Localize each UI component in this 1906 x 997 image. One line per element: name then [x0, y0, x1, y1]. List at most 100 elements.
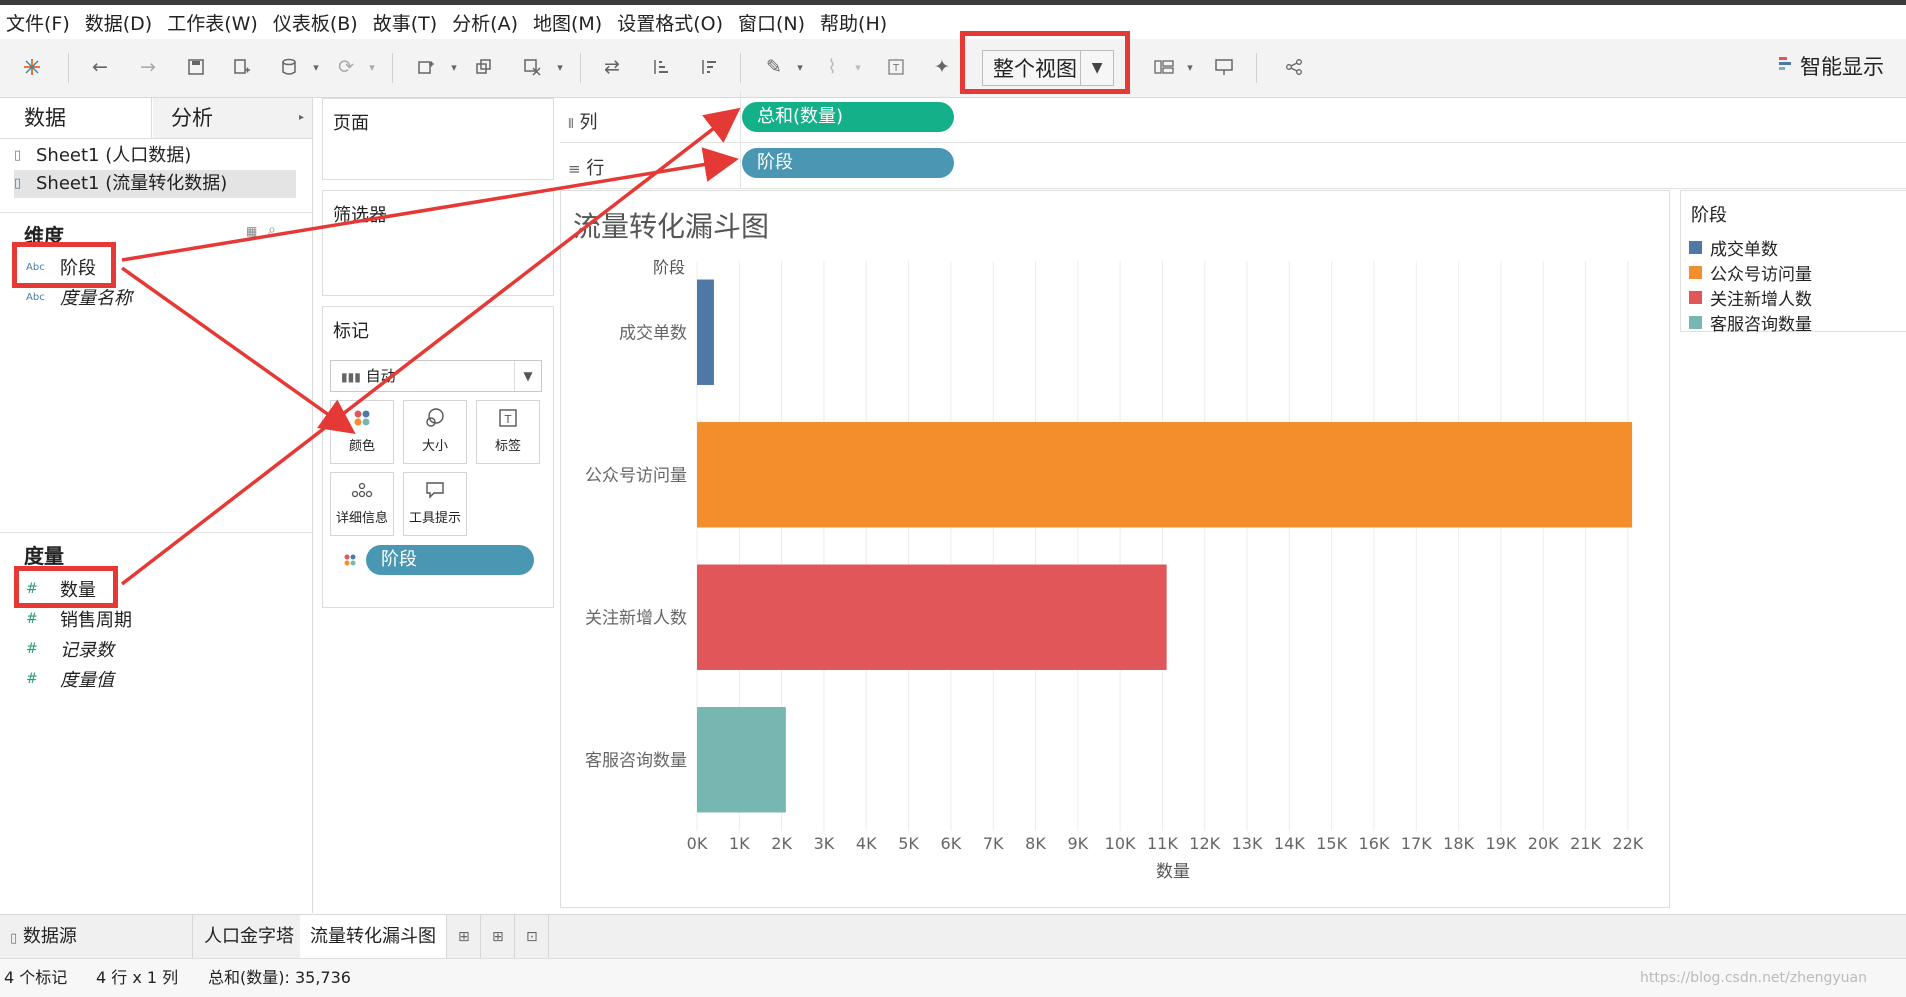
menu-help[interactable]: 帮助(H) [814, 9, 896, 36]
menu-worksheet[interactable]: 工作表(W) [161, 9, 267, 36]
color-legend[interactable]: 阶段 成交单数 公众号访问量 关注新增人数 客服咨询数量 [1680, 190, 1906, 335]
save-icon[interactable] [182, 53, 210, 81]
status-sum: 总和(数量): 35,736 [208, 968, 351, 987]
grid-view-icon[interactable]: ▦ [246, 224, 257, 238]
detail-dots-icon [331, 479, 393, 507]
tooltip-mark-button[interactable]: 工具提示 [403, 472, 467, 536]
rows-text: 行 [586, 158, 605, 179]
show-cards-icon[interactable] [1150, 53, 1178, 81]
legend-swatch [1689, 266, 1702, 279]
tab-label: 流量转化漏斗图 [310, 926, 436, 947]
menu-file[interactable]: 文件(F) [0, 9, 79, 36]
tab-funnel-chart-active[interactable]: 流量转化漏斗图 [300, 915, 447, 959]
bar-chart[interactable]: 流量转化漏斗图 阶段 成交单数公众号访问量关注新增人数客服咨询数量 0K 1K 2K… [561, 191, 1669, 907]
bar[interactable] [697, 707, 786, 813]
tab-datasource[interactable]: ▯ 数据源 [0, 915, 193, 959]
legend-item[interactable]: 公众号访问量 [1689, 260, 1812, 285]
dropdown-caret-icon[interactable]: ▾ [786, 53, 814, 81]
columns-shelf-label: ⦀ 列 [568, 108, 597, 134]
field-label: 度量名称 [60, 288, 132, 309]
dropdown-caret-icon[interactable]: ▾ [546, 53, 574, 81]
tableau-logo-icon[interactable] [18, 53, 46, 81]
mark-type-label: 自动 [365, 367, 396, 385]
field-measure-names[interactable]: Abc 度量名称 [26, 284, 132, 310]
back-arrow-icon[interactable]: ← [86, 53, 114, 81]
presentation-mode-icon[interactable] [1210, 53, 1238, 81]
filters-card[interactable]: 筛选器 [322, 190, 554, 296]
datasource-item[interactable]: ▯ Sheet1 (人口数据) [14, 142, 308, 170]
rows-pill[interactable]: 阶段 [742, 148, 954, 178]
legend-item[interactable]: 客服咨询数量 [1689, 310, 1812, 335]
dropdown-caret-icon[interactable]: ▾ [1176, 53, 1204, 81]
forward-arrow-icon[interactable]: → [134, 53, 162, 81]
swap-rows-columns-icon[interactable]: ⇄ [598, 53, 626, 81]
add-datasource-icon[interactable] [228, 53, 256, 81]
color-mark-button[interactable]: 颜色 [330, 400, 394, 464]
tab-analysis[interactable]: 分析 ▸ [153, 98, 312, 138]
database-icon: ▯ [14, 148, 22, 163]
marks-title: 标记 [333, 321, 369, 342]
sort-ascending-icon[interactable] [646, 53, 674, 81]
pane-menu-icon[interactable]: ▸ [299, 98, 304, 138]
pages-card[interactable]: 页面 [322, 98, 554, 180]
menu-format[interactable]: 设置格式(O) [611, 9, 732, 36]
label-mark-button[interactable]: T 标签 [476, 400, 540, 464]
toolbar-separator [740, 53, 741, 83]
menu-map[interactable]: 地图(M) [527, 9, 611, 36]
toolbar: ← → ▾ ⟳ ▾ ▾ ▾ ⇄ ✎ ▾ ⌇ ▾ T ✦ 整个视图 ▼ ▾ 智能显… [0, 31, 1906, 98]
dropdown-caret-icon[interactable]: ▾ [844, 53, 872, 81]
menu-window[interactable]: 窗口(N) [732, 9, 814, 36]
field-measure-values[interactable]: # 度量值 [26, 666, 114, 692]
legend-label: 关注新增人数 [1710, 290, 1812, 310]
field-record-count[interactable]: # 记录数 [26, 636, 114, 662]
search-icon[interactable]: ⌕ [268, 222, 276, 238]
dropdown-caret-icon[interactable]: ▾ [440, 53, 468, 81]
color-mark-label: 颜色 [348, 439, 375, 454]
highlight-pen-icon[interactable]: ✎ [760, 53, 788, 81]
menu-data[interactable]: 数据(D) [79, 9, 161, 36]
refresh-icon[interactable]: ⟳ [332, 53, 360, 81]
new-worksheet-tab-icon[interactable]: ⊞ [448, 915, 481, 959]
dropdown-caret-icon[interactable]: ▾ [358, 53, 386, 81]
status-marks: 4 个标记 [4, 968, 68, 987]
legend-label: 公众号访问量 [1710, 265, 1812, 285]
menu-story[interactable]: 故事(T) [367, 9, 446, 36]
tab-analysis-label: 分析 [171, 106, 213, 130]
show-labels-icon[interactable]: T [882, 53, 910, 81]
pause-updates-icon[interactable] [276, 53, 304, 81]
mark-type-dropdown[interactable]: ▮▮▮ 自动 ▼ [330, 360, 542, 392]
columns-pill[interactable]: 总和(数量) [742, 102, 954, 132]
tab-data-label: 数据 [24, 106, 66, 130]
bar[interactable] [697, 279, 714, 385]
new-worksheet-icon[interactable] [412, 53, 440, 81]
menu-dashboard[interactable]: 仪表板(B) [267, 9, 367, 36]
data-pane: 数据 分析 ▸ ▯ Sheet1 (人口数据) ▯ Sheet1 (流量转化数据)… [0, 98, 313, 913]
size-mark-button[interactable]: 大小 [403, 400, 467, 464]
chevron-down-icon[interactable]: ▼ [514, 361, 541, 391]
sort-descending-icon[interactable] [694, 53, 722, 81]
detail-mark-button[interactable]: 详细信息 [330, 472, 394, 536]
new-dashboard-tab-icon[interactable]: ⊞ [482, 915, 515, 959]
bar[interactable] [697, 422, 1633, 528]
x-tick-label: 0K [687, 834, 708, 853]
dropdown-caret-icon[interactable]: ▾ [302, 53, 330, 81]
tab-data[interactable]: 数据 [0, 98, 152, 138]
group-paperclip-icon[interactable]: ⌇ [818, 53, 846, 81]
field-sales-cycle[interactable]: # 销售周期 [26, 606, 132, 632]
color-field-pill[interactable]: 阶段 [366, 545, 534, 575]
pin-icon[interactable]: ✦ [928, 53, 956, 81]
legend-item[interactable]: 成交单数 [1689, 235, 1778, 260]
clear-sheet-icon[interactable] [518, 53, 546, 81]
x-tick-label: 15K [1316, 834, 1347, 853]
x-tick-label: 10K [1105, 834, 1136, 853]
duplicate-sheet-icon[interactable] [470, 53, 498, 81]
new-story-tab-icon[interactable]: ⊡ [516, 915, 549, 959]
tab-population-pyramid[interactable]: 人口金字塔 [194, 915, 305, 959]
datasource-item-selected[interactable]: ▯ Sheet1 (流量转化数据) [14, 170, 296, 198]
shelf-divider [740, 92, 741, 188]
bar[interactable] [697, 564, 1167, 670]
show-me-button[interactable]: 智能显示 [1778, 51, 1884, 81]
menu-analysis[interactable]: 分析(A) [446, 9, 527, 36]
share-icon[interactable] [1280, 53, 1308, 81]
legend-item[interactable]: 关注新增人数 [1689, 285, 1812, 310]
